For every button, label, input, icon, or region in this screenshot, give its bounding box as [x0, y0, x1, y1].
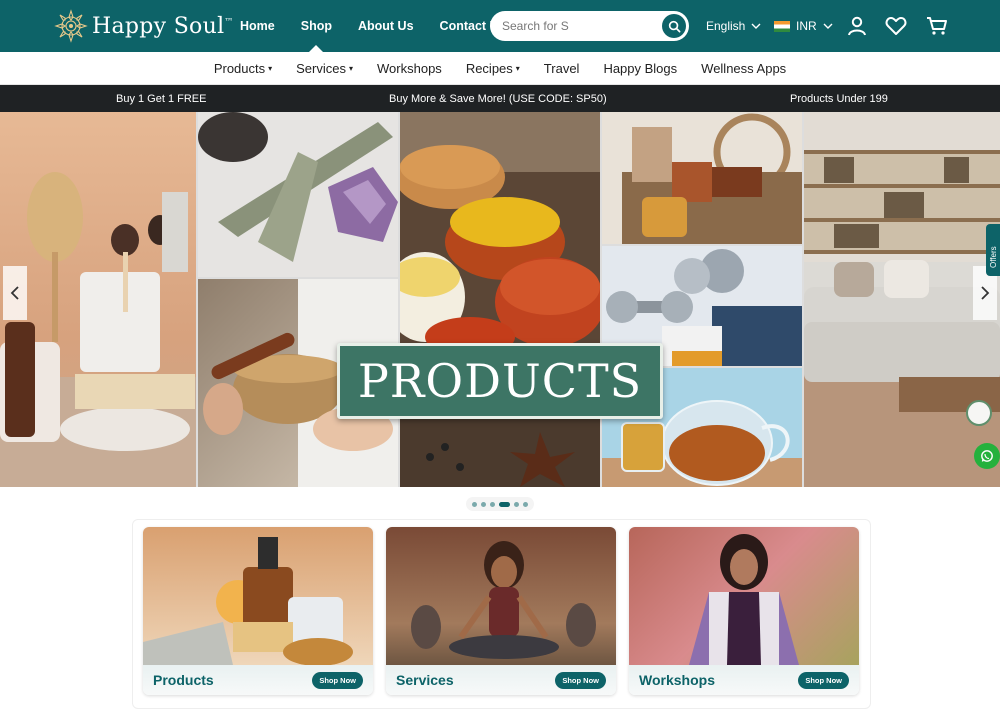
india-flag-icon [774, 20, 790, 32]
whatsapp-button[interactable] [974, 443, 1000, 469]
products-card-image [143, 527, 373, 666]
search-button[interactable] [662, 14, 686, 38]
heart-icon[interactable] [884, 14, 908, 38]
shop-now-button[interactable]: Shop Now [312, 671, 363, 689]
hero-headline-badge: PRODUCTS [337, 343, 663, 419]
hero-dot[interactable] [490, 501, 495, 507]
card-footer: Services Shop Now [386, 665, 616, 695]
subnav-happy-blogs[interactable]: Happy Blogs [603, 61, 677, 76]
shop-now-button[interactable]: Shop Now [798, 671, 849, 689]
nav-shop[interactable]: Shop [301, 0, 332, 52]
chevron-right-icon [981, 286, 990, 300]
offers-side-tab[interactable]: Offers [986, 224, 1000, 276]
hero-banner[interactable]: PRODUCTS Offers [0, 112, 1000, 487]
dropdown-caret-icon: ▾ [515, 63, 520, 73]
workshops-card-image [629, 527, 859, 665]
language-label: English [706, 19, 746, 33]
hero-image-living-room [804, 112, 1000, 487]
currency-selector[interactable]: INR [774, 0, 833, 52]
services-card-image [386, 527, 616, 665]
subnav-services[interactable]: Services ▾ [296, 61, 353, 76]
hero-dot[interactable] [523, 501, 528, 507]
category-card-products[interactable]: Products Shop Now [143, 527, 373, 695]
hero-headline: PRODUCTS [357, 354, 643, 408]
hero-dot[interactable] [514, 501, 519, 507]
currency-label: INR [796, 19, 817, 33]
category-card-services[interactable]: Services Shop Now [386, 527, 616, 695]
search-input[interactable] [502, 19, 652, 33]
subnav-workshops[interactable]: Workshops [377, 61, 442, 76]
trust-seal-icon[interactable] [966, 400, 992, 426]
dropdown-caret-icon: ▾ [268, 63, 273, 73]
main-nav: Home Shop About Us Contact Us [240, 0, 532, 52]
top-header: Happy Soul™ Home Shop About Us Contact U… [0, 0, 1000, 52]
search-icon [668, 20, 680, 32]
whatsapp-icon [981, 450, 993, 462]
hero-dot-active[interactable] [499, 501, 510, 507]
brand-logo[interactable]: Happy Soul™ [54, 9, 234, 43]
dropdown-caret-icon: ▾ [349, 63, 354, 73]
search-bar [490, 11, 689, 41]
card-title: Workshops [639, 672, 715, 688]
hero-dot[interactable] [472, 501, 477, 507]
card-footer: Products Shop Now [143, 665, 373, 695]
card-title: Products [153, 672, 214, 688]
category-card-workshops[interactable]: Workshops Shop Now [629, 527, 859, 695]
shop-now-button[interactable]: Shop Now [555, 671, 606, 689]
cart-icon[interactable] [925, 14, 949, 38]
chevron-down-icon [751, 23, 761, 29]
subnav-wellness-apps[interactable]: Wellness Apps [701, 61, 786, 76]
language-selector[interactable]: English [706, 0, 761, 52]
subnav-recipes[interactable]: Recipes ▾ [466, 61, 520, 76]
hero-image-spices [400, 112, 600, 487]
promo-under-199[interactable]: Products Under 199 [790, 93, 888, 105]
brand-name: Happy Soul™ [92, 13, 234, 39]
subnav-travel[interactable]: Travel [544, 61, 580, 76]
promo-bar: Buy 1 Get 1 FREE Buy More & Save More! (… [0, 85, 1000, 112]
promo-bogo[interactable]: Buy 1 Get 1 FREE [116, 93, 206, 105]
chevron-left-icon [10, 286, 19, 300]
category-nav: Products ▾ Services ▾ Workshops Recipes ▾ T… [0, 52, 1000, 85]
hero-image-cosmetics [0, 112, 196, 487]
hero-pagination [466, 497, 534, 511]
card-title: Services [396, 672, 454, 688]
user-icon[interactable] [845, 14, 869, 38]
hero-image-sage [198, 112, 398, 277]
mandala-logo-icon [54, 9, 88, 43]
hero-image-gift-hamper [602, 112, 802, 244]
nav-home[interactable]: Home [240, 0, 275, 52]
subnav-products[interactable]: Products ▾ [214, 61, 272, 76]
nav-about-us[interactable]: About Us [358, 0, 414, 52]
promo-coupon[interactable]: Buy More & Save More! (USE CODE: SP50) [389, 93, 607, 105]
card-footer: Workshops Shop Now [629, 665, 859, 695]
offers-tab-label: Offers [989, 246, 998, 268]
hero-dot[interactable] [481, 501, 486, 507]
chevron-down-icon [823, 23, 833, 29]
hero-prev-button[interactable] [3, 266, 27, 320]
